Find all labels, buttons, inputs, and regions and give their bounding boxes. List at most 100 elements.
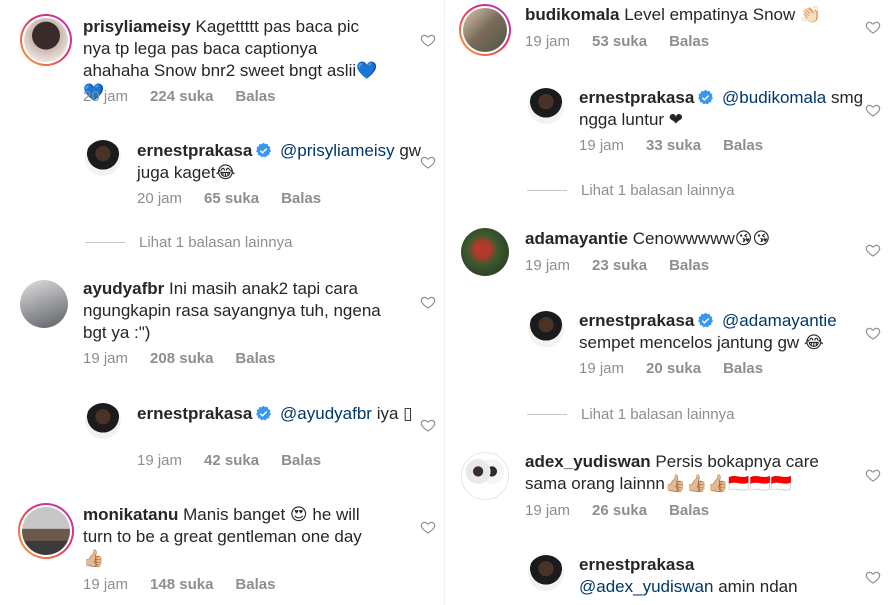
reply-button[interactable]: Balas <box>723 360 763 377</box>
reply-button[interactable]: Balas <box>669 33 709 50</box>
reply-button[interactable]: Balas <box>281 190 321 207</box>
comment-body: sempet mencelos jantung gw 😂 <box>579 333 824 352</box>
comment-mention[interactable]: @prisyliameisy <box>280 141 395 160</box>
avatar[interactable] <box>528 88 564 124</box>
avatar[interactable] <box>85 140 121 176</box>
comment-username[interactable]: budikomala <box>525 5 619 24</box>
comments-column-right: budikomala Level empatinya Snow 👏🏻 19 ja… <box>444 0 888 605</box>
comment-item: budikomala Level empatinya Snow 👏🏻 19 ja… <box>445 0 888 70</box>
reply-button[interactable]: Balas <box>235 88 275 105</box>
reply-button[interactable]: Balas <box>235 576 275 593</box>
heart-outline-icon[interactable] <box>420 519 436 535</box>
comment-likes[interactable]: 26 suka <box>592 502 647 519</box>
view-more-replies-label: Lihat 1 balasan lainnya <box>139 234 293 251</box>
comment-likes[interactable]: 53 suka <box>592 33 647 50</box>
comment-username[interactable]: monikatanu <box>83 505 178 524</box>
heart-outline-icon[interactable] <box>420 294 436 310</box>
avatar[interactable] <box>528 555 564 591</box>
comment-body: amin ndan <box>718 577 798 596</box>
comment-meta: 19 jam 53 suka Balas <box>525 33 709 50</box>
reply-button[interactable]: Balas <box>281 452 321 469</box>
comment-text: ernestprakasa @budikomala smg ngga luntu… <box>579 87 879 131</box>
avatar[interactable] <box>528 311 564 347</box>
reply-item: ernestprakasa @budikomala smg ngga luntu… <box>445 80 888 165</box>
comment-likes[interactable]: 148 suka <box>150 576 213 593</box>
reply-item: ernestprakasa @adex_yudiswan amin ndan <box>445 547 888 605</box>
comment-text: ernestprakasa @adamayantie sempet mencel… <box>579 310 879 354</box>
comment-likes[interactable]: 20 suka <box>646 360 701 377</box>
comment-item: adex_yudiswan Persis bokapnya care sama … <box>445 442 888 527</box>
comment-meta: 19 jam 23 suka Balas <box>525 257 709 274</box>
divider <box>527 414 567 415</box>
comment-username[interactable]: adex_yudiswan <box>525 452 651 471</box>
avatar[interactable] <box>461 452 509 500</box>
comment-mention[interactable]: @ayudyafbr <box>280 404 372 423</box>
comment-username[interactable]: ernestprakasa <box>137 141 252 160</box>
comment-text: ernestprakasa @adex_yudiswan amin ndan <box>579 554 809 598</box>
avatar[interactable] <box>85 403 121 439</box>
comment-time: 19 jam <box>579 360 625 377</box>
comment-likes[interactable]: 33 suka <box>646 137 701 154</box>
heart-outline-icon[interactable] <box>865 242 881 258</box>
comment-username[interactable]: adamayantie <box>525 229 628 248</box>
comment-likes[interactable]: 224 suka <box>150 88 213 105</box>
comment-text: ayudyafbr Ini masih anak2 tapi cara ngun… <box>83 278 383 344</box>
comment-time: 19 jam <box>137 452 183 469</box>
reply-button[interactable]: Balas <box>235 350 275 367</box>
avatar[interactable] <box>18 503 74 559</box>
view-more-replies-button[interactable]: Lihat 1 balasan lainnya <box>527 182 734 199</box>
comment-text: ernestprakasa @prisyliameisy gw juga kag… <box>137 140 437 184</box>
comment-username[interactable]: ernestprakasa <box>579 555 694 574</box>
comment-body: Cenowwwww😘😘 <box>632 229 771 248</box>
comment-meta: 19 jam 208 suka Balas <box>83 350 275 367</box>
comment-item: ayudyafbr Ini masih anak2 tapi cara ngun… <box>0 270 444 380</box>
comment-text: adex_yudiswan Persis bokapnya care sama … <box>525 451 825 495</box>
avatar[interactable] <box>459 4 511 56</box>
comment-body: Level empatinya Snow 👏🏻 <box>624 5 822 24</box>
comment-likes[interactable]: 42 suka <box>204 452 259 469</box>
comment-item: prisyliameisy Kagettttt pas baca pic nya… <box>0 0 444 115</box>
comment-time: 19 jam <box>525 33 571 50</box>
view-more-replies-button[interactable]: Lihat 1 balasan lainnya <box>527 406 734 423</box>
comment-time: 20 jam <box>83 88 129 105</box>
verified-badge-icon <box>256 142 272 158</box>
comment-username[interactable]: ayudyafbr <box>83 279 164 298</box>
heart-outline-icon[interactable] <box>865 467 881 483</box>
avatar[interactable] <box>461 228 509 276</box>
heart-outline-icon[interactable] <box>865 19 881 35</box>
comment-mention[interactable]: @adamayantie <box>722 311 837 330</box>
comment-text: adamayantie Cenowwwww😘😘 <box>525 228 825 250</box>
heart-outline-icon[interactable] <box>420 154 436 170</box>
comment-text: ernestprakasa @ayudyafbr iya ▯ <box>137 403 437 425</box>
comment-username[interactable]: ernestprakasa <box>579 88 694 107</box>
reply-item: ernestprakasa @ayudyafbr iya ▯ 19 jam 42… <box>0 395 444 480</box>
heart-outline-icon[interactable] <box>420 32 436 48</box>
comment-body: iya ▯ <box>376 404 413 423</box>
verified-badge-icon <box>698 89 714 105</box>
reply-button[interactable]: Balas <box>669 502 709 519</box>
view-more-replies-button[interactable]: Lihat 1 balasan lainnya <box>85 234 292 251</box>
view-more-replies-label: Lihat 1 balasan lainnya <box>581 182 735 199</box>
comment-time: 19 jam <box>525 502 571 519</box>
heart-outline-icon[interactable] <box>865 325 881 341</box>
avatar[interactable] <box>20 14 72 66</box>
reply-button[interactable]: Balas <box>669 257 709 274</box>
comment-mention[interactable]: @budikomala <box>722 88 826 107</box>
heart-outline-icon[interactable] <box>865 569 881 585</box>
comment-username[interactable]: prisyliameisy <box>83 17 191 36</box>
comment-likes[interactable]: 23 suka <box>592 257 647 274</box>
comment-likes[interactable]: 208 suka <box>150 350 213 367</box>
verified-badge-icon <box>698 312 714 328</box>
comment-meta: 19 jam 26 suka Balas <box>525 502 709 519</box>
comment-username[interactable]: ernestprakasa <box>579 311 694 330</box>
heart-outline-icon[interactable] <box>865 102 881 118</box>
comment-likes[interactable]: 65 suka <box>204 190 259 207</box>
comment-mention[interactable]: @adex_yudiswan <box>579 577 713 596</box>
comment-item: monikatanu Manis banget 😍 he will turn t… <box>0 495 444 605</box>
comment-meta: 19 jam 148 suka Balas <box>83 576 275 593</box>
reply-button[interactable]: Balas <box>723 137 763 154</box>
avatar[interactable] <box>20 280 68 328</box>
comment-username[interactable]: ernestprakasa <box>137 404 252 423</box>
heart-outline-icon[interactable] <box>420 417 436 433</box>
verified-badge-icon <box>256 405 272 421</box>
